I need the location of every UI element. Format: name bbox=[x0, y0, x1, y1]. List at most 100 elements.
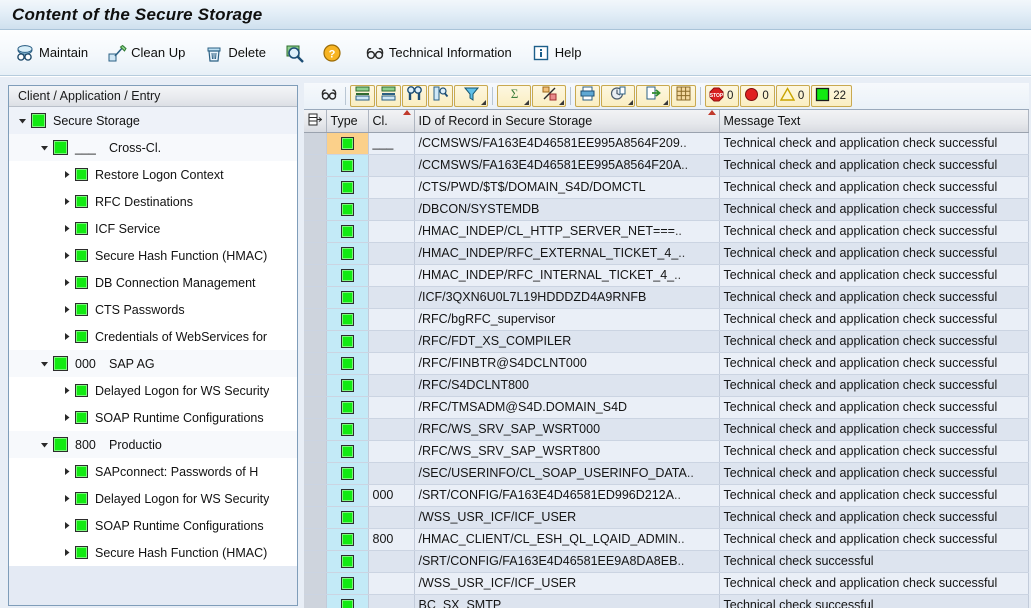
chevron-right-icon[interactable] bbox=[59, 332, 73, 341]
row-client-cell[interactable] bbox=[368, 396, 415, 419]
row-message-cell[interactable]: Technical check and application check su… bbox=[719, 286, 1029, 309]
chevron-down-icon[interactable] bbox=[37, 359, 51, 368]
row-type-cell[interactable] bbox=[326, 594, 369, 608]
row-type-cell[interactable] bbox=[326, 308, 369, 331]
row-selector-cell[interactable] bbox=[304, 440, 327, 463]
row-id-cell[interactable]: /HMAC_INDEP/RFC_EXTERNAL_TICKET_4_.. bbox=[414, 242, 720, 265]
table-row[interactable]: /SRT/CONFIG/FA163E4D46581EE9A8DA8EB.. Tec… bbox=[304, 550, 1029, 573]
row-type-cell[interactable] bbox=[326, 572, 369, 595]
row-id-cell[interactable]: BC_SX_SMTP bbox=[414, 594, 720, 608]
row-id-cell[interactable]: /RFC/FDT_XS_COMPILER bbox=[414, 330, 720, 353]
table-row[interactable]: /RFC/S4DCLNT800 Technical check and appli… bbox=[304, 374, 1029, 397]
chevron-right-icon[interactable] bbox=[59, 305, 73, 314]
row-id-cell[interactable]: /WSS_USR_ICF/ICF_USER bbox=[414, 506, 720, 529]
row-client-cell[interactable] bbox=[368, 220, 415, 243]
row-selector-cell[interactable] bbox=[304, 572, 327, 595]
tree-item[interactable]: SOAP Runtime Configurations bbox=[9, 512, 297, 539]
table-row[interactable]: /ICF/3QXN6U0L7L19HDDDZD4A9RNFB Technical … bbox=[304, 286, 1029, 309]
chevron-right-icon[interactable] bbox=[59, 494, 73, 503]
tree-item[interactable]: Delayed Logon for WS Security bbox=[9, 485, 297, 512]
row-message-cell[interactable]: Technical check and application check su… bbox=[719, 198, 1029, 221]
row-selector-cell[interactable] bbox=[304, 506, 327, 529]
local-file-dropdown-arrow-icon[interactable] bbox=[628, 100, 633, 105]
row-selector-cell[interactable] bbox=[304, 264, 327, 287]
row-client-cell[interactable] bbox=[368, 286, 415, 309]
row-type-cell[interactable] bbox=[326, 242, 369, 265]
tree-item[interactable]: Secure Hash Function (HMAC) bbox=[9, 242, 297, 269]
table-row[interactable]: /CCMSWS/FA163E4D46581EE995A8564F20A.. Tec… bbox=[304, 154, 1029, 177]
row-message-cell[interactable]: Technical check and application check su… bbox=[719, 242, 1029, 265]
chevron-right-icon[interactable] bbox=[59, 467, 73, 476]
row-type-cell[interactable] bbox=[326, 396, 369, 419]
total-dropdown-arrow-icon[interactable] bbox=[524, 100, 529, 105]
row-type-cell[interactable] bbox=[326, 484, 369, 507]
chevron-right-icon[interactable] bbox=[59, 413, 73, 422]
chevron-right-icon[interactable] bbox=[59, 197, 73, 206]
row-client-cell[interactable] bbox=[368, 154, 415, 177]
grid-filter-button[interactable] bbox=[454, 85, 488, 107]
tree-item[interactable]: Restore Logon Context bbox=[9, 161, 297, 188]
row-selector-cell[interactable] bbox=[304, 418, 327, 441]
chevron-right-icon[interactable] bbox=[59, 170, 73, 179]
row-client-cell[interactable] bbox=[368, 330, 415, 353]
row-message-cell[interactable]: Technical check successful bbox=[719, 550, 1029, 573]
row-id-cell[interactable]: /SRT/CONFIG/FA163E4D46581EE9A8DA8EB.. bbox=[414, 550, 720, 573]
alv-table-container[interactable]: Type Cl. ID of Record in Secure Storage … bbox=[304, 109, 1029, 608]
table-row[interactable]: /RFC/WS_SRV_SAP_WSRT000 Technical check a… bbox=[304, 418, 1029, 441]
table-row[interactable]: /RFC/TMSADM@S4D.DOMAIN_S4D Technical chec… bbox=[304, 396, 1029, 419]
table-row[interactable]: /RFC/FDT_XS_COMPILER Technical check and … bbox=[304, 330, 1029, 353]
table-row[interactable]: BC_SX_SMTP Technical check successful bbox=[304, 594, 1029, 608]
row-type-cell[interactable] bbox=[326, 330, 369, 353]
row-client-cell[interactable] bbox=[368, 462, 415, 485]
grid-mail-recipient-button[interactable] bbox=[636, 85, 670, 107]
row-type-cell[interactable] bbox=[326, 154, 369, 177]
row-id-cell[interactable]: /RFC/FINBTR@S4DCLNT000 bbox=[414, 352, 720, 375]
row-id-cell[interactable]: /CCMSWS/FA163E4D46581EE995A8564F20A.. bbox=[414, 154, 720, 177]
grid-detail-bottom-button[interactable] bbox=[376, 85, 401, 107]
check-button[interactable] bbox=[282, 38, 319, 68]
tree-item[interactable]: Credentials of WebServices for bbox=[9, 323, 297, 350]
row-selector-cell[interactable] bbox=[304, 330, 327, 353]
row-client-cell[interactable] bbox=[368, 572, 415, 595]
row-type-cell[interactable] bbox=[326, 132, 369, 155]
row-client-cell[interactable]: ___ bbox=[368, 132, 415, 155]
row-client-cell[interactable] bbox=[368, 198, 415, 221]
tree-item[interactable]: ICF Service bbox=[9, 215, 297, 242]
row-type-cell[interactable] bbox=[326, 264, 369, 287]
row-selector-cell[interactable] bbox=[304, 528, 327, 551]
tree-item[interactable]: SAPconnect: Passwords of H bbox=[9, 458, 297, 485]
row-client-cell[interactable] bbox=[368, 176, 415, 199]
help-button[interactable]: Help bbox=[528, 38, 592, 68]
technical-information-button[interactable]: Technical Information bbox=[362, 38, 522, 68]
table-row[interactable]: /WSS_USR_ICF/ICF_USER Technical check and… bbox=[304, 506, 1029, 529]
tree-body[interactable]: Secure Storage ___ Cross-Cl. Restore Logon … bbox=[9, 107, 297, 605]
row-type-cell[interactable] bbox=[326, 506, 369, 529]
row-selector-cell[interactable] bbox=[304, 462, 327, 485]
row-message-cell[interactable]: Technical check and application check su… bbox=[719, 154, 1029, 177]
row-selector-cell[interactable] bbox=[304, 286, 327, 309]
row-type-cell[interactable] bbox=[326, 462, 369, 485]
chevron-down-icon[interactable] bbox=[15, 116, 29, 125]
row-client-cell[interactable] bbox=[368, 374, 415, 397]
column-header-id[interactable]: ID of Record in Secure Storage bbox=[414, 110, 720, 133]
row-selector-cell[interactable] bbox=[304, 550, 327, 573]
row-id-cell[interactable]: /HMAC_INDEP/RFC_INTERNAL_TICKET_4_.. bbox=[414, 264, 720, 287]
table-row[interactable]: ___/CCMSWS/FA163E4D46581EE995A8564F209..… bbox=[304, 132, 1029, 155]
row-message-cell[interactable]: Technical check and application check su… bbox=[719, 176, 1029, 199]
row-id-cell[interactable]: /SEC/USERINFO/CL_SOAP_USERINFO_DATA.. bbox=[414, 462, 720, 485]
row-client-cell[interactable] bbox=[368, 242, 415, 265]
row-message-cell[interactable]: Technical check successful bbox=[719, 594, 1029, 608]
chevron-right-icon[interactable] bbox=[59, 224, 73, 233]
clean-up-button[interactable]: Clean Up bbox=[104, 38, 195, 68]
row-id-cell[interactable]: /CTS/PWD/$T$/DOMAIN_S4D/DOMCTL bbox=[414, 176, 720, 199]
column-header-type[interactable]: Type bbox=[326, 110, 369, 133]
row-client-cell[interactable] bbox=[368, 440, 415, 463]
row-selector-cell[interactable] bbox=[304, 154, 327, 177]
tree-item[interactable]: Secure Storage bbox=[9, 107, 297, 134]
grid-print-preview-button[interactable] bbox=[575, 85, 600, 107]
row-message-cell[interactable]: Technical check and application check su… bbox=[719, 462, 1029, 485]
row-selector-cell[interactable] bbox=[304, 484, 327, 507]
row-client-cell[interactable]: 000 bbox=[368, 484, 415, 507]
filter-dropdown-arrow-icon[interactable] bbox=[481, 100, 486, 105]
column-header-message[interactable]: Message Text bbox=[719, 110, 1029, 133]
